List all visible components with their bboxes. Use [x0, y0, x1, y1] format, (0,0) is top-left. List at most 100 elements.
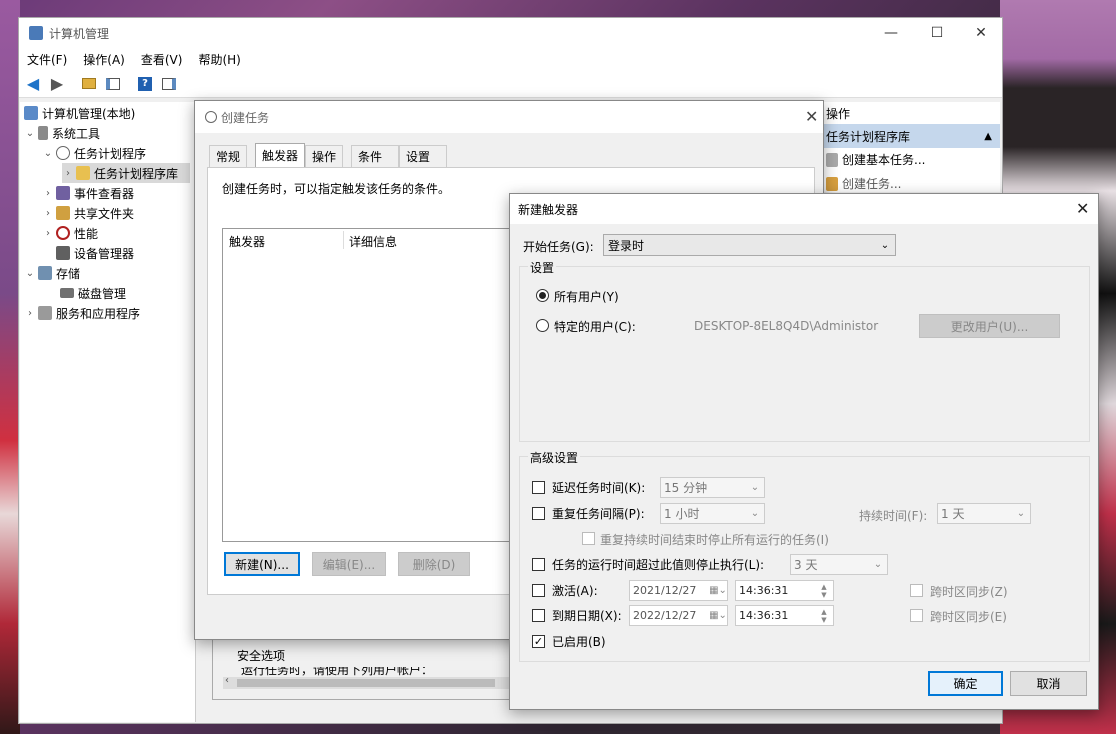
- actions-section[interactable]: 任务计划程序库 ▲: [822, 124, 1000, 148]
- tree-item-disk-management[interactable]: 磁盘管理: [60, 283, 126, 303]
- repeat-task-label[interactable]: 重复任务间隔(P):: [552, 505, 645, 522]
- repeat-task-checkbox[interactable]: [532, 507, 545, 520]
- tab-triggers[interactable]: 触发器: [255, 143, 306, 167]
- back-arrow-icon[interactable]: ◀: [23, 74, 43, 94]
- stop-if-runs-longer-combo[interactable]: 3 天 ⌄: [790, 554, 888, 575]
- tab-actions[interactable]: 操作: [305, 145, 344, 167]
- stop-all-at-end-checkbox[interactable]: [582, 532, 595, 545]
- calendar-icon[interactable]: ▦⌄: [709, 585, 727, 596]
- tab-settings[interactable]: 设置: [399, 145, 447, 167]
- expire-date-picker[interactable]: 2022/12/27 ▦⌄: [629, 605, 728, 626]
- chevron-right-icon[interactable]: ›: [24, 308, 36, 319]
- chevron-down-icon[interactable]: ⌄: [42, 148, 54, 159]
- help-icon[interactable]: ?: [135, 74, 155, 94]
- stop-if-runs-longer-checkbox[interactable]: [532, 558, 545, 571]
- menu-view[interactable]: 查看(V): [133, 51, 191, 68]
- tree-item-shared-folders[interactable]: › 共享文件夹: [42, 203, 134, 223]
- create-task-titlebar: 创建任务 ✕: [195, 101, 823, 133]
- folder-clock-icon: [76, 166, 90, 180]
- horizontal-scrollbar[interactable]: ‹: [223, 675, 513, 689]
- show-hide-action-pane-icon[interactable]: [159, 74, 179, 94]
- begin-task-combo[interactable]: 登录时 ⌄: [603, 234, 896, 256]
- triggers-list[interactable]: 触发器 详细信息: [222, 228, 522, 542]
- delay-task-checkbox[interactable]: [532, 481, 545, 494]
- radio-all-users[interactable]: [536, 289, 549, 302]
- stop-all-at-end-label[interactable]: 重复持续时间结束时停止所有运行的任务(I): [600, 531, 829, 548]
- maximize-button[interactable]: ☐: [914, 18, 960, 48]
- radio-all-users-label[interactable]: 所有用户(Y): [554, 288, 619, 305]
- tree-item-system-tools[interactable]: ⌄ 系统工具: [24, 123, 100, 143]
- edit-trigger-button[interactable]: 编辑(E)...: [312, 552, 386, 576]
- radio-specific-user-label[interactable]: 特定的用户(C):: [554, 318, 636, 335]
- chevron-down-icon[interactable]: ⌄: [869, 559, 887, 570]
- tab-conditions[interactable]: 条件: [351, 145, 399, 167]
- sync-timezone-expire-checkbox[interactable]: [910, 609, 923, 622]
- sync-timezone-activate-label[interactable]: 跨时区同步(Z): [930, 583, 1008, 600]
- action-create-task[interactable]: 创建任务...: [826, 175, 901, 192]
- collapse-arrow-icon[interactable]: ▲: [984, 131, 992, 142]
- tree-item-computer-management[interactable]: 计算机管理(本地): [24, 103, 135, 123]
- close-icon[interactable]: ✕: [1076, 199, 1089, 218]
- tab-general[interactable]: 常规: [209, 145, 248, 167]
- new-trigger-button[interactable]: 新建(N)...: [224, 552, 300, 576]
- chevron-down-icon[interactable]: ⌄: [746, 482, 764, 493]
- chevron-down-icon[interactable]: ⌄: [875, 240, 895, 251]
- task-icon: [826, 152, 838, 167]
- sync-timezone-activate-checkbox[interactable]: [910, 584, 923, 597]
- expire-checkbox[interactable]: [532, 609, 545, 622]
- delay-task-label[interactable]: 延迟任务时间(K):: [552, 479, 645, 496]
- minimize-button[interactable]: —: [868, 18, 914, 48]
- begin-task-value: 登录时: [608, 238, 645, 253]
- stop-if-runs-longer-label[interactable]: 任务的运行时间超过此值则停止执行(L):: [552, 556, 764, 573]
- chevron-down-icon[interactable]: ⌄: [746, 508, 764, 519]
- activate-time-spinner[interactable]: 14:36:31 ▲ ▼: [735, 580, 834, 601]
- tree-item-event-viewer[interactable]: › 事件查看器: [42, 183, 134, 203]
- activate-label[interactable]: 激活(A):: [552, 582, 598, 599]
- column-header-trigger[interactable]: 触发器: [229, 233, 265, 250]
- calendar-icon[interactable]: ▦⌄: [709, 610, 727, 621]
- activate-checkbox[interactable]: [532, 584, 545, 597]
- chevron-right-icon[interactable]: ›: [62, 168, 74, 179]
- tree-item-device-manager[interactable]: 设备管理器: [56, 243, 134, 263]
- show-hide-tree-icon[interactable]: [103, 74, 123, 94]
- column-header-details[interactable]: 详细信息: [349, 233, 397, 250]
- spinner-arrows-icon[interactable]: ▲ ▼: [815, 608, 833, 624]
- tree-item-task-scheduler-library[interactable]: › 任务计划程序库: [62, 163, 190, 183]
- menu-action[interactable]: 操作(A): [75, 51, 133, 68]
- chevron-down-icon[interactable]: ⌄: [24, 128, 36, 139]
- duration-combo[interactable]: 1 天 ⌄: [937, 503, 1031, 524]
- scrollbar-thumb[interactable]: [237, 679, 495, 687]
- enabled-checkbox[interactable]: ✓: [532, 635, 545, 648]
- close-button[interactable]: ✕: [958, 18, 1004, 48]
- tree-item-services-and-applications[interactable]: › 服务和应用程序: [24, 303, 140, 323]
- expire-label[interactable]: 到期日期(X):: [552, 607, 622, 624]
- expire-time-spinner[interactable]: 14:36:31 ▲ ▼: [735, 605, 834, 626]
- change-user-button[interactable]: 更改用户(U)...: [919, 314, 1060, 338]
- sync-timezone-expire-label[interactable]: 跨时区同步(E): [930, 608, 1007, 625]
- chevron-down-icon[interactable]: ⌄: [24, 268, 36, 279]
- chevron-right-icon[interactable]: ›: [42, 188, 54, 199]
- scroll-left-arrow-icon[interactable]: ‹: [225, 675, 229, 686]
- chevron-right-icon[interactable]: ›: [42, 228, 54, 239]
- close-icon[interactable]: ✕: [805, 107, 818, 126]
- tree-item-task-scheduler[interactable]: ⌄ 任务计划程序: [42, 143, 146, 163]
- forward-arrow-icon[interactable]: ▶: [47, 74, 67, 94]
- spinner-arrows-icon[interactable]: ▲ ▼: [815, 583, 833, 599]
- radio-specific-user[interactable]: [536, 319, 549, 332]
- delete-trigger-button[interactable]: 删除(D): [398, 552, 470, 576]
- action-create-basic-task[interactable]: 创建基本任务...: [826, 151, 925, 168]
- up-folder-icon[interactable]: [79, 74, 99, 94]
- tree-item-performance[interactable]: › 性能: [42, 223, 98, 243]
- activate-date-picker[interactable]: 2021/12/27 ▦⌄: [629, 580, 728, 601]
- menu-file[interactable]: 文件(F): [19, 51, 75, 68]
- ok-button[interactable]: 确定: [928, 671, 1003, 696]
- chevron-down-icon[interactable]: ⌄: [1012, 508, 1030, 519]
- cancel-button[interactable]: 取消: [1010, 671, 1087, 696]
- triggers-description: 创建任务时，可以指定触发该任务的条件。: [222, 182, 451, 196]
- menu-help[interactable]: 帮助(H): [190, 51, 248, 68]
- repeat-task-combo[interactable]: 1 小时 ⌄: [660, 503, 765, 524]
- tree-item-storage[interactable]: ⌄ 存储: [24, 263, 80, 283]
- enabled-label[interactable]: 已启用(B): [552, 633, 606, 650]
- delay-task-combo[interactable]: 15 分钟 ⌄: [660, 477, 765, 498]
- chevron-right-icon[interactable]: ›: [42, 208, 54, 219]
